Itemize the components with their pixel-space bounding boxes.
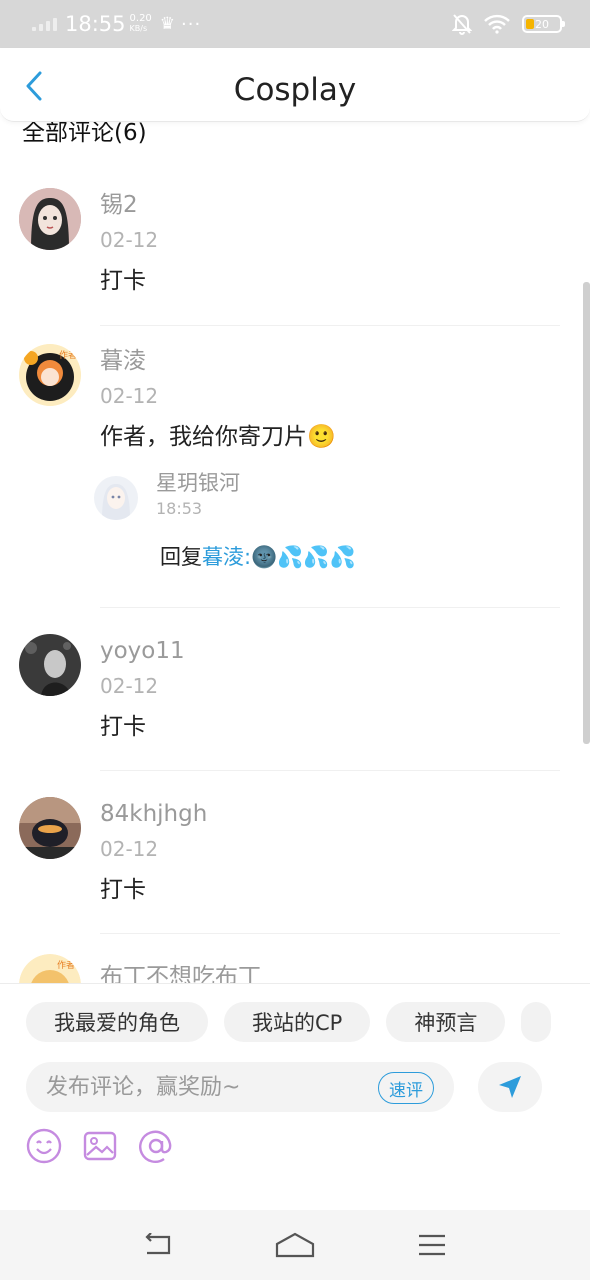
comment-username[interactable]: 暮淩 <box>100 344 560 378</box>
avatar[interactable] <box>19 797 81 859</box>
system-nav-bar <box>0 1210 590 1280</box>
home-icon <box>275 1232 315 1258</box>
emoji-icon <box>26 1128 62 1164</box>
svg-text:作者: 作者 <box>57 959 75 971</box>
suggestion-chips: 我最爱的角色 我站的CP 神预言 <box>26 1002 552 1042</box>
crown-icon: ♛ <box>159 14 176 34</box>
comment-input[interactable] <box>46 1070 356 1104</box>
nav-home-button[interactable] <box>265 1225 325 1265</box>
comment-composer: 我最爱的角色 我站的CP 神预言 速评 <box>0 983 590 1210</box>
quick-comment-button[interactable]: 速评 <box>378 1072 434 1104</box>
comment-text: 打卡 <box>100 877 146 903</box>
nav-menu-button[interactable] <box>402 1225 462 1265</box>
comment-text: 打卡 <box>100 268 146 294</box>
suggestion-chip[interactable]: 我最爱的角色 <box>26 1002 208 1042</box>
comment-username[interactable]: 锡2 <box>100 188 560 222</box>
reply-username[interactable]: 星玥银河 <box>156 468 560 498</box>
comment-username[interactable]: yoyo11 <box>100 634 560 668</box>
status-time: 18:55 <box>65 12 126 36</box>
send-arrow-icon <box>499 1076 521 1098</box>
back-arrow-icon <box>145 1233 171 1255</box>
wifi-icon <box>484 14 510 34</box>
scrollbar[interactable] <box>583 282 590 744</box>
comment-text: 打卡 <box>100 714 146 740</box>
emoji-button[interactable] <box>26 1128 62 1164</box>
image-icon <box>83 1131 117 1161</box>
comment-input-box[interactable]: 速评 <box>26 1062 454 1112</box>
reply-avatar[interactable] <box>94 476 138 520</box>
reply-time: 18:53 <box>156 499 203 518</box>
page-title: Cosplay <box>233 72 357 108</box>
signal-icon <box>32 17 57 31</box>
comment-list: 锡2 02-12 打卡 作者 暮淩 02-12 作者，我给你寄刀片🙂 星玥银河 … <box>0 170 580 1016</box>
avatar[interactable] <box>19 634 81 696</box>
comment-item: 作者 暮淩 02-12 作者，我给你寄刀片🙂 星玥银河 18:53 回复暮淩:🌚… <box>19 326 560 608</box>
composer-tools <box>26 1128 174 1164</box>
network-speed: 0.20 KB/s <box>129 13 152 34</box>
reply-item: 星玥银河 18:53 回复暮淩:🌚💦💦💦 <box>94 468 560 572</box>
comment-item: 84khjhgh 02-12 打卡 <box>19 771 560 934</box>
menu-icon <box>418 1234 445 1256</box>
comment-username[interactable]: 84khjhgh <box>100 797 560 831</box>
reply-text: 回复暮淩:🌚💦💦💦 <box>160 545 356 569</box>
suggestion-chip[interactable]: 神预言 <box>386 1002 506 1042</box>
comment-date: 02-12 <box>100 228 159 252</box>
comment-item: 锡2 02-12 打卡 <box>19 170 560 326</box>
svg-text:作者: 作者 <box>59 349 77 361</box>
send-button[interactable] <box>478 1062 542 1112</box>
more-dots-icon: ··· <box>181 13 202 35</box>
suggestion-chip[interactable] <box>521 1002 552 1042</box>
avatar[interactable] <box>19 188 81 250</box>
reply-target-link[interactable]: 暮淩: <box>202 545 251 569</box>
mute-bell-icon <box>452 14 472 35</box>
at-sign-icon <box>139 1130 172 1163</box>
comment-item: yoyo11 02-12 打卡 <box>19 608 560 771</box>
image-button[interactable] <box>82 1128 118 1164</box>
avatar[interactable]: 作者 <box>19 344 81 406</box>
comment-date: 02-12 <box>100 384 159 408</box>
comment-date: 02-12 <box>100 674 159 698</box>
top-header: Cosplay <box>0 48 590 122</box>
mention-button[interactable] <box>138 1128 174 1164</box>
suggestion-chip[interactable]: 我站的CP <box>224 1002 371 1042</box>
battery-indicator: 20 <box>522 15 565 33</box>
nav-back-button[interactable] <box>128 1225 188 1265</box>
comment-text: 作者，我给你寄刀片🙂 <box>100 424 336 450</box>
status-bar: 18:55 0.20 KB/s ♛ ··· 20 <box>0 0 590 48</box>
comment-date: 02-12 <box>100 837 159 861</box>
